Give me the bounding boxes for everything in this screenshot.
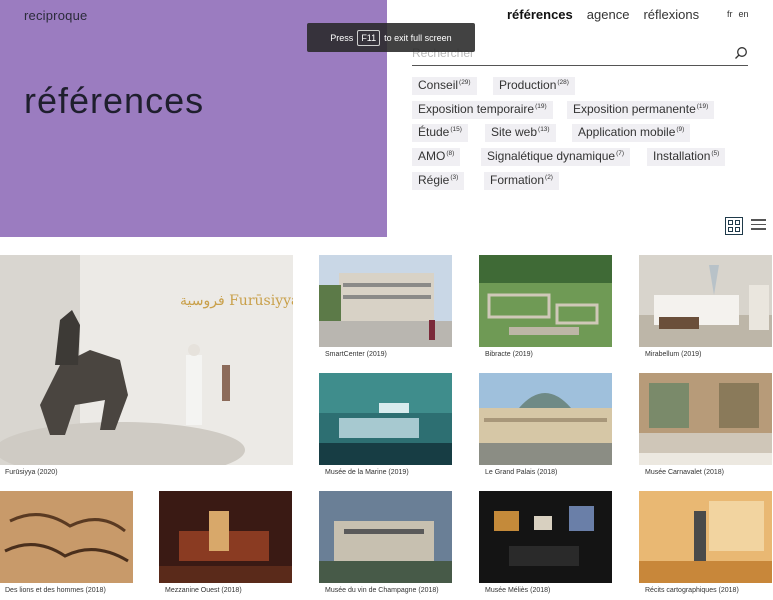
project-tile-recits-cartographiques[interactable]	[639, 491, 772, 583]
project-tile-mezzanine-ouest[interactable]	[159, 491, 292, 583]
filter-exposition-permanente[interactable]: Exposition permanente(19)	[567, 101, 715, 119]
filter-count: (5)	[711, 150, 720, 157]
filter-count: (28)	[557, 79, 569, 86]
filter-count: (9)	[676, 126, 685, 133]
filter-count: (8)	[446, 150, 455, 157]
project-tile-carnavalet[interactable]	[639, 373, 772, 465]
filter-label: Étude	[418, 125, 450, 139]
project-image	[639, 491, 772, 583]
project-caption[interactable]: Musée de la Marine (2019)	[325, 469, 409, 476]
page: reciproque références références agence …	[0, 0, 773, 600]
project-tile-furusiyya[interactable]: فروسية Furūsiyya	[0, 255, 293, 465]
fullscreen-notice-press: Press	[330, 32, 354, 43]
filter-count: (29)	[459, 79, 471, 86]
filter-amo[interactable]: AMO(8)	[412, 148, 461, 166]
list-view-icon[interactable]	[751, 219, 766, 233]
project-caption[interactable]: Le Grand Palais (2018)	[485, 469, 557, 476]
filter-count: (19)	[696, 103, 709, 110]
filter-etude[interactable]: Étude(15)	[412, 124, 468, 142]
project-caption[interactable]: Mirabellum (2019)	[645, 351, 701, 358]
project-image	[479, 373, 612, 465]
project-caption[interactable]: Furūsiyya (2020)	[5, 469, 58, 476]
grid-view-icon[interactable]	[725, 217, 743, 235]
project-caption[interactable]: Des lions et des hommes (2018)	[5, 587, 106, 594]
filter-label: AMO	[418, 149, 446, 163]
filter-installation[interactable]: Installation(5)	[647, 148, 726, 166]
filter-label: Production	[499, 78, 557, 92]
filter-count: (3)	[450, 174, 459, 181]
project-image	[639, 373, 772, 465]
project-image	[479, 491, 612, 583]
filter-label: Régie	[418, 173, 450, 187]
fullscreen-notice: Press F11 to exit full screen	[307, 23, 475, 52]
project-image	[159, 491, 292, 583]
filter-label: Site web	[491, 125, 538, 139]
fullscreen-notice-text: to exit full screen	[384, 32, 452, 43]
filter-label: Formation	[490, 173, 545, 187]
filter-label: Exposition temporaire	[418, 102, 535, 116]
nav-agence[interactable]: agence	[587, 7, 630, 22]
lang-fr[interactable]: fr	[727, 9, 733, 19]
page-title: références	[24, 80, 205, 121]
project-caption[interactable]: Musée Méliès (2018)	[485, 587, 550, 594]
filter-label: Signalétique dynamique	[487, 149, 616, 163]
filter-count: (15)	[450, 126, 462, 133]
project-caption[interactable]: Mezzanine Ouest (2018)	[165, 587, 242, 594]
filter-label: Conseil	[418, 78, 459, 92]
project-tile-grand-palais[interactable]	[479, 373, 612, 465]
search-icon[interactable]	[734, 46, 748, 60]
exhibit-arabic-title: فروسية Furūsiyya	[180, 293, 293, 309]
filter-signaletique-dynamique[interactable]: Signalétique dynamique(7)	[481, 148, 631, 166]
project-tile-musee-marine[interactable]	[319, 373, 452, 465]
project-image	[479, 255, 612, 347]
filter-regie[interactable]: Régie(3)	[412, 172, 465, 190]
filter-site-web[interactable]: Site web(13)	[485, 124, 556, 142]
nav-reflexions[interactable]: réflexions	[643, 7, 699, 22]
project-image	[319, 373, 452, 465]
project-tile-melies[interactable]	[479, 491, 612, 583]
brand-logo[interactable]: reciproque	[24, 8, 87, 23]
filter-count: (2)	[545, 174, 553, 181]
main-nav: références agence réflexions	[507, 7, 699, 22]
filter-exposition-temporaire[interactable]: Exposition temporaire(19)	[412, 101, 553, 119]
project-image: فروسية Furūsiyya	[0, 255, 293, 465]
filter-count: (13)	[538, 126, 550, 133]
nav-references[interactable]: références	[507, 7, 573, 22]
project-caption[interactable]: Bibracte (2019)	[485, 351, 533, 358]
language-switcher: fr en	[727, 9, 749, 19]
filter-label: Installation	[653, 149, 711, 163]
filter-conseil[interactable]: Conseil(29)	[412, 77, 477, 95]
project-image	[0, 491, 133, 583]
f11-key: F11	[357, 29, 381, 46]
project-tile-bibracte[interactable]	[479, 255, 612, 347]
project-tile-smartcenter[interactable]	[319, 255, 452, 347]
filter-label: Application mobile	[578, 125, 676, 139]
project-tile-vin-champagne[interactable]	[319, 491, 452, 583]
project-image	[319, 255, 452, 347]
project-caption[interactable]: Musée Carnavalet (2018)	[645, 469, 724, 476]
project-tile-lions-hommes[interactable]	[0, 491, 133, 583]
filter-production[interactable]: Production(28)	[493, 77, 575, 95]
filter-label: Exposition permanente	[573, 102, 696, 116]
project-image	[639, 255, 772, 347]
filter-count: (19)	[535, 103, 547, 110]
filter-count: (7)	[616, 150, 625, 157]
filter-application-mobile[interactable]: Application mobile(9)	[572, 124, 691, 142]
project-tile-mirabellum[interactable]	[639, 255, 772, 347]
project-caption[interactable]: Récits cartographiques (2018)	[645, 587, 739, 594]
project-caption[interactable]: SmartCenter (2019)	[325, 351, 387, 358]
project-image	[319, 491, 452, 583]
lang-en[interactable]: en	[739, 9, 749, 19]
filter-formation[interactable]: Formation(2)	[484, 172, 559, 190]
project-caption[interactable]: Musée du vin de Champagne (2018)	[325, 587, 439, 594]
